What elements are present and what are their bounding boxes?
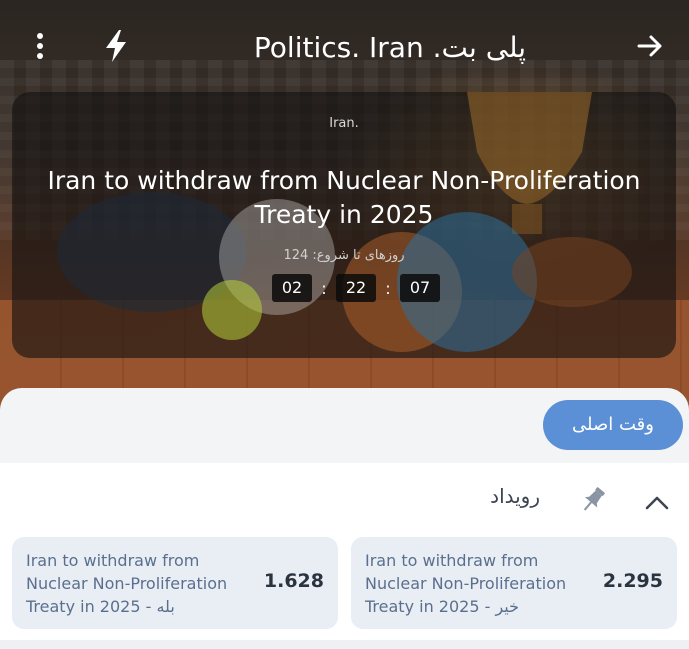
- top-bar: Politics. Iran .پلی بت: [0, 0, 689, 95]
- timer-separator: :: [321, 278, 327, 298]
- outcome-name: Iran to withdraw from Nuclear Non-Prolif…: [26, 551, 228, 616]
- outcome-odds: 1.628: [263, 570, 324, 592]
- outcome-button-no[interactable]: Iran to withdraw from Nuclear Non-Prolif…: [351, 537, 677, 629]
- bottom-divider: [0, 640, 689, 649]
- page-title: Politics. Iran .پلی بت: [253, 31, 527, 64]
- pin-icon[interactable]: [576, 483, 610, 517]
- chevron-up-icon[interactable]: [642, 487, 672, 517]
- arrow-right-icon[interactable]: [632, 28, 668, 64]
- timer-hours: 02: [272, 274, 312, 302]
- event-title: Iran to withdraw from Nuclear Non-Prolif…: [47, 166, 641, 229]
- market-title: رویداد: [490, 484, 540, 508]
- lightning-bolt-icon[interactable]: [98, 28, 134, 64]
- timer-seconds: 07: [400, 274, 440, 302]
- outcome-button-yes[interactable]: Iran to withdraw from Nuclear Non-Prolif…: [12, 537, 338, 629]
- more-vertical-icon[interactable]: [22, 28, 58, 64]
- event-card: Iran. Iran to withdraw from Nuclear Non-…: [12, 92, 676, 358]
- main-time-button[interactable]: وقت اصلی: [543, 400, 683, 450]
- days-to-start: روزهای تا شروع: 124: [283, 248, 405, 263]
- outcome-odds: 2.295: [602, 570, 663, 592]
- countdown-timer: 02 : 22 : 07: [272, 274, 440, 302]
- event-category: Iran.: [329, 116, 359, 131]
- timer-separator: :: [385, 278, 391, 298]
- timer-minutes: 22: [336, 274, 376, 302]
- outcome-name: Iran to withdraw from Nuclear Non-Prolif…: [365, 551, 567, 616]
